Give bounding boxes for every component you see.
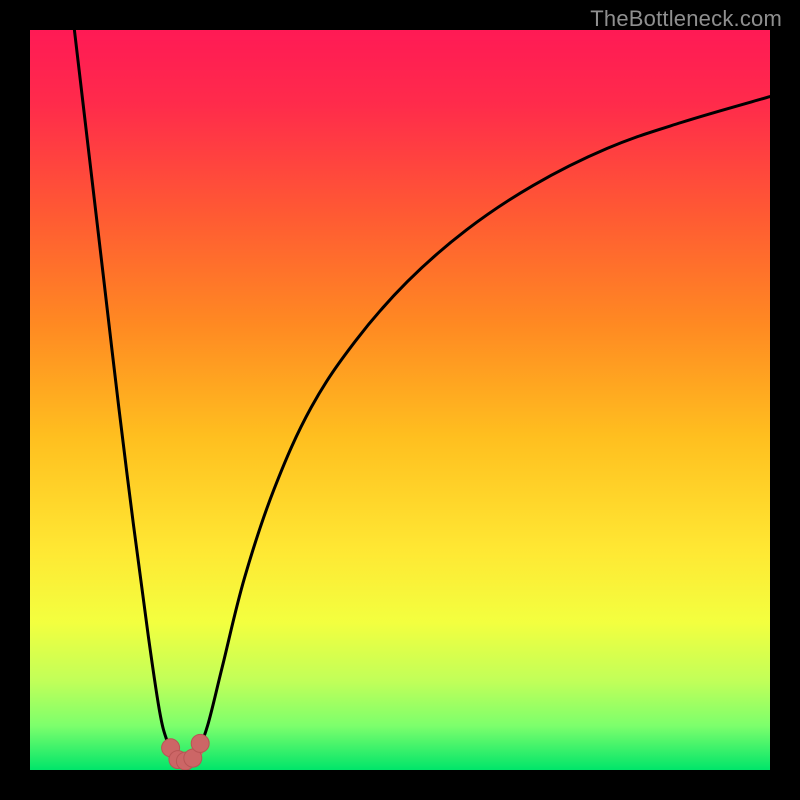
outer-frame: TheBottleneck.com [0,0,800,800]
watermark-text: TheBottleneck.com [590,6,782,32]
curve-layer [30,30,770,770]
curve-right-branch [197,97,771,756]
curve-left-branch [74,30,174,755]
plot-area [30,30,770,770]
trough-marker-dot [191,734,209,752]
trough-markers [162,734,210,770]
